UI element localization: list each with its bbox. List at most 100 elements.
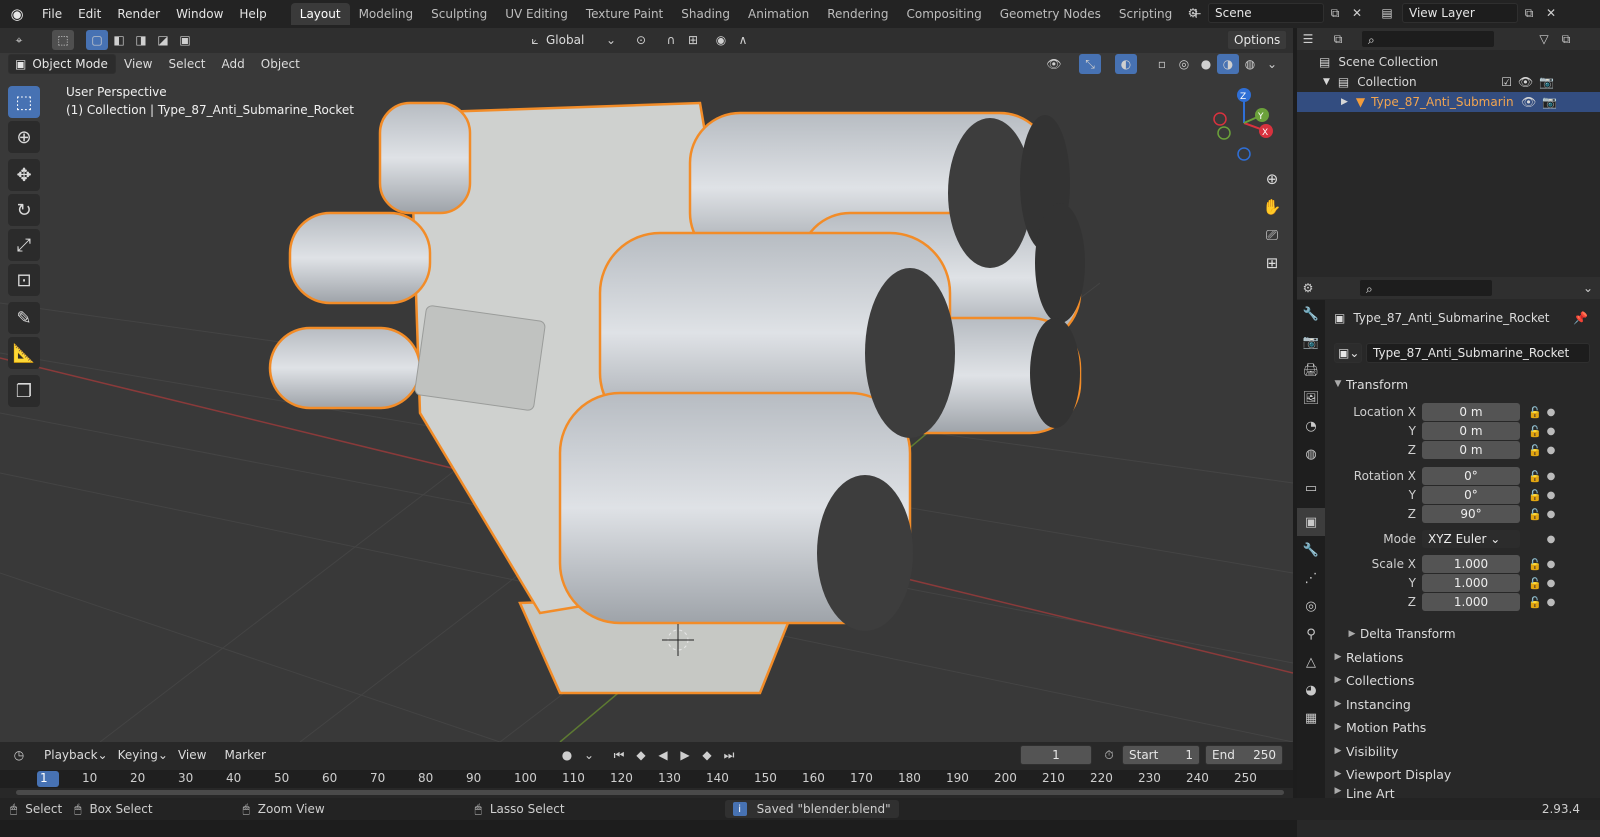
- viewport-display-panel[interactable]: ▶ Viewport Display: [1330, 763, 1600, 785]
- rotation-y-field[interactable]: 0°: [1422, 486, 1520, 504]
- collapse-arrow-icon[interactable]: ▼: [1323, 77, 1330, 87]
- lock-icon[interactable]: 🔓: [1526, 425, 1544, 438]
- visibility-panel[interactable]: ▶ Visibility: [1330, 740, 1600, 762]
- end-frame-field[interactable]: End 250: [1205, 745, 1283, 765]
- new-collection-icon[interactable]: ⧉: [1555, 29, 1577, 49]
- editor-type-icon[interactable]: ⌖: [8, 30, 30, 50]
- lock-icon[interactable]: 🔓: [1526, 577, 1544, 590]
- tab-compositing[interactable]: Compositing: [897, 3, 990, 25]
- play-icon[interactable]: ▶: [674, 745, 696, 765]
- start-frame-field[interactable]: Start 1: [1122, 745, 1200, 765]
- exclude-checkbox-icon[interactable]: ☑: [1501, 75, 1512, 89]
- neg-z-axis-icon[interactable]: [1237, 147, 1251, 161]
- rotation-mode-dropdown[interactable]: XYZ Euler ⌄: [1422, 530, 1520, 548]
- mode-extend-icon[interactable]: ◧: [108, 30, 130, 50]
- scale-x-field[interactable]: 1.000: [1422, 555, 1520, 573]
- 3d-viewport[interactable]: User Perspective (1) Collection | Type_8…: [0, 53, 1293, 742]
- properties-editor-icon[interactable]: ⚙: [1297, 278, 1319, 298]
- stopwatch-icon[interactable]: ⏱: [1098, 745, 1120, 765]
- shading-options-icon[interactable]: ⌄: [1261, 54, 1283, 74]
- tab-geometry-nodes[interactable]: Geometry Nodes: [991, 3, 1110, 25]
- viewport-menu-view[interactable]: View: [116, 57, 160, 71]
- outliner-scene-collection[interactable]: ▤ Scene Collection: [1297, 52, 1600, 72]
- zoom-icon[interactable]: ⊕: [1258, 165, 1286, 193]
- rotation-z-field[interactable]: 90°: [1422, 505, 1520, 523]
- outliner-editor-icon[interactable]: ☰: [1297, 29, 1319, 49]
- mode-intersect-icon[interactable]: ▣: [174, 30, 196, 50]
- rotate-icon[interactable]: ↻: [8, 194, 40, 226]
- particles-tab-icon[interactable]: ⋰: [1297, 564, 1325, 592]
- keyframe-dot-icon[interactable]: ●: [1544, 471, 1558, 482]
- location-z-field[interactable]: 0 m: [1422, 441, 1520, 459]
- frame-ruler[interactable]: 1 10 20 30 40 50 60 70 80 90 100 110 120 130 140 150 160…: [0, 770, 1293, 788]
- timeline-menu-keying[interactable]: Keying: [118, 748, 158, 762]
- constraints-tab-icon[interactable]: ⚲: [1297, 620, 1325, 648]
- cursor-icon[interactable]: ⊕: [8, 121, 40, 153]
- properties-search-input[interactable]: ⌕: [1359, 279, 1493, 297]
- keyframe-dot-icon[interactable]: ●: [1544, 578, 1558, 589]
- object-name-field[interactable]: Type_87_Anti_Submarine_Rocket: [1353, 311, 1573, 325]
- timeline-menu-playback[interactable]: Playback: [44, 748, 98, 762]
- menu-render[interactable]: Render: [109, 0, 168, 28]
- transform-icon[interactable]: ⊡: [8, 264, 40, 296]
- camera-view-icon[interactable]: ⎚: [1258, 221, 1286, 249]
- visibility-icon[interactable]: 👁: [1043, 54, 1065, 74]
- tab-texture-paint[interactable]: Texture Paint: [577, 3, 672, 25]
- outliner-object[interactable]: ▶ ▼ Type_87_Anti_Submarine 👁 📷: [1297, 92, 1600, 112]
- lock-icon[interactable]: 🔓: [1526, 508, 1544, 521]
- transform-panel-header[interactable]: ▼ Transform: [1330, 373, 1600, 395]
- perspective-toggle-icon[interactable]: ⊞: [1258, 249, 1286, 277]
- expand-arrow-icon[interactable]: ▶: [1341, 97, 1348, 107]
- display-mode-icon[interactable]: ⧉: [1327, 29, 1349, 49]
- relations-panel[interactable]: ▶ Relations: [1330, 646, 1600, 668]
- object-tab-icon[interactable]: ▣: [1297, 508, 1325, 536]
- scale-y-field[interactable]: 1.000: [1422, 574, 1520, 592]
- navigation-gizmo[interactable]: Z X Y: [1208, 83, 1284, 163]
- lock-icon[interactable]: 🔓: [1526, 558, 1544, 571]
- gizmo-icon[interactable]: ⤡: [1079, 54, 1101, 74]
- view-layer-field[interactable]: View Layer: [1402, 3, 1518, 23]
- scene-tab-icon[interactable]: ◔: [1297, 412, 1325, 440]
- record-icon[interactable]: ●: [556, 745, 578, 765]
- tab-scripting[interactable]: Scripting: [1110, 3, 1181, 25]
- move-icon[interactable]: ✥: [8, 159, 40, 191]
- pin-icon[interactable]: 📌: [1573, 311, 1588, 325]
- timeline-scrollbar[interactable]: [16, 790, 1284, 795]
- outliner-search-input[interactable]: ⌕: [1361, 30, 1495, 48]
- keyframe-dot-icon[interactable]: ●: [1544, 445, 1558, 456]
- shading-wireframe-icon[interactable]: ◎: [1173, 54, 1195, 74]
- overlays-icon[interactable]: ◐: [1115, 54, 1137, 74]
- scale-icon[interactable]: ⤢: [8, 229, 40, 261]
- mode-subtract-icon[interactable]: ◨: [130, 30, 152, 50]
- snap-icon[interactable]: ∩: [660, 30, 682, 50]
- mode-dropdown[interactable]: ▣ Object Mode: [8, 54, 116, 74]
- physics-tab-icon[interactable]: ◎: [1297, 592, 1325, 620]
- neg-y-axis-icon[interactable]: [1217, 126, 1231, 140]
- new-view-layer-icon[interactable]: ⧉: [1518, 3, 1540, 23]
- viewport-menu-select[interactable]: Select: [160, 57, 213, 71]
- timeline-menu-view[interactable]: View: [178, 748, 206, 762]
- jump-start-icon[interactable]: ⏮: [608, 745, 630, 765]
- mode-new-icon[interactable]: ▢: [86, 30, 108, 50]
- keyframe-dot-icon[interactable]: ●: [1544, 559, 1558, 570]
- modifier-tab-icon[interactable]: 🔧: [1297, 536, 1325, 564]
- neg-x-axis-icon[interactable]: [1213, 112, 1227, 126]
- tab-modeling[interactable]: Modeling: [350, 3, 423, 25]
- filter-icon[interactable]: ▽: [1533, 29, 1555, 49]
- play-reverse-icon[interactable]: ◀: [652, 745, 674, 765]
- instancing-panel[interactable]: ▶ Instancing: [1330, 693, 1600, 715]
- viewport-menu-add[interactable]: Add: [214, 57, 253, 71]
- current-frame-field[interactable]: 1: [1020, 745, 1092, 765]
- scene-icon[interactable]: ⚙: [1182, 3, 1204, 23]
- render-tab-icon[interactable]: 📷: [1297, 328, 1325, 356]
- collections-panel[interactable]: ▶ Collections: [1330, 669, 1600, 691]
- keyframe-dot-icon[interactable]: ●: [1544, 534, 1558, 545]
- keyframe-dot-icon[interactable]: ●: [1544, 490, 1558, 501]
- select-tool-icon[interactable]: ⬚: [52, 30, 74, 50]
- shading-material-icon[interactable]: ◑: [1217, 54, 1239, 74]
- properties-options-icon[interactable]: ⌄: [1577, 278, 1599, 298]
- options-dropdown[interactable]: Options ⌄: [1227, 30, 1287, 65]
- next-keyframe-icon[interactable]: ◆: [696, 745, 718, 765]
- lock-icon[interactable]: 🔓: [1526, 596, 1544, 609]
- motion-paths-panel[interactable]: ▶ Motion Paths: [1330, 716, 1600, 738]
